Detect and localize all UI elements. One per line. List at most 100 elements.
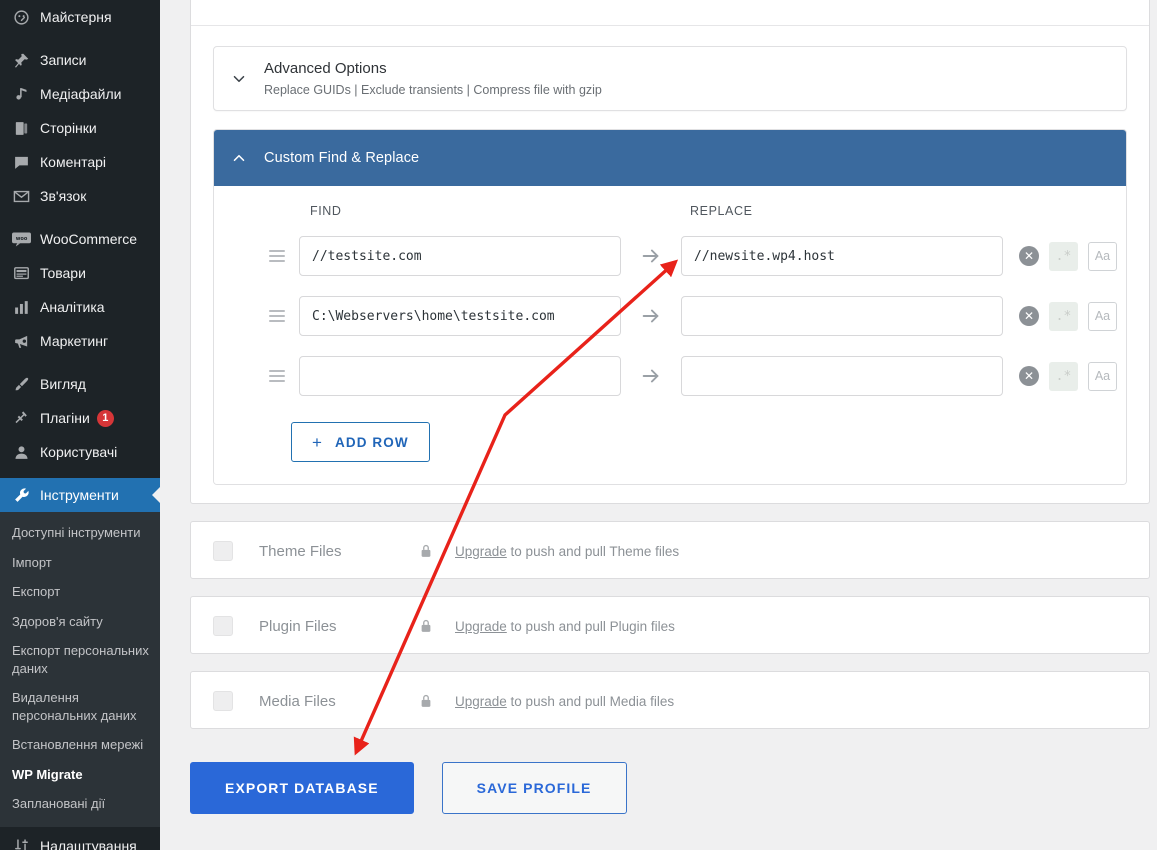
panel-divider bbox=[191, 25, 1149, 26]
submenu-item-експорт-персональних-даних[interactable]: Експорт персональних даних bbox=[0, 636, 160, 683]
drag-handle-icon[interactable] bbox=[269, 250, 291, 262]
submenu-item-wp-migrate[interactable]: WP Migrate bbox=[0, 760, 160, 790]
woo-icon: woo bbox=[11, 229, 31, 249]
sidebar-item-медіафайли[interactable]: Медіафайли bbox=[0, 77, 160, 111]
screen: Майстерня Записи Медіафайли Сторінки Комента… bbox=[0, 0, 1157, 850]
row-actions: ✕ .* Aa bbox=[1019, 361, 1117, 391]
replace-input[interactable] bbox=[681, 236, 1003, 276]
replace-input[interactable] bbox=[681, 296, 1003, 336]
file-checkbox[interactable] bbox=[213, 616, 233, 636]
case-sensitive-button[interactable]: Aa bbox=[1088, 301, 1117, 331]
upgrade-text: to push and pull Media files bbox=[506, 693, 675, 709]
lock-icon bbox=[419, 543, 433, 559]
sidebar-item-label: WooCommerce bbox=[40, 231, 137, 247]
sidebar-item-settings[interactable]: Налаштування bbox=[0, 829, 160, 850]
file-checkbox[interactable] bbox=[213, 541, 233, 561]
submenu-item-імпорт[interactable]: Імпорт bbox=[0, 548, 160, 578]
megaphone-icon bbox=[11, 331, 31, 351]
sidebar-item-інструменти[interactable]: Інструменти bbox=[0, 478, 160, 512]
submenu-item-видалення-персональних-даних[interactable]: Видалення персональних даних bbox=[0, 683, 160, 730]
plug-icon bbox=[11, 408, 31, 428]
brush-icon bbox=[11, 374, 31, 394]
file-section-label: Plugin Files bbox=[259, 617, 337, 635]
admin-sidebar: Майстерня Записи Медіафайли Сторінки Комента… bbox=[0, 0, 160, 850]
row-actions: ✕ .* Aa bbox=[1019, 241, 1117, 271]
products-icon bbox=[11, 263, 31, 283]
find-input[interactable] bbox=[299, 356, 621, 396]
sidebar-item-label: Налаштування bbox=[40, 838, 137, 850]
sidebar-item-label: Коментарі bbox=[40, 154, 107, 170]
drag-handle-icon[interactable] bbox=[269, 370, 291, 382]
sidebar-item-товари[interactable]: Товари bbox=[0, 256, 160, 290]
add-row-button[interactable]: + ADD ROW bbox=[291, 422, 430, 462]
upgrade-link[interactable]: Upgrade bbox=[455, 694, 507, 709]
sidebar-item-label: Маркетинг bbox=[40, 333, 109, 349]
sidebar-item-woocommerce[interactable]: woo WooCommerce bbox=[0, 222, 160, 256]
user-icon bbox=[11, 442, 31, 462]
lock-icon bbox=[419, 693, 433, 709]
sidebar-item-користувачі[interactable]: Користувачі bbox=[0, 435, 160, 469]
submenu-item-здоров-я-сайту[interactable]: Здоров'я сайту bbox=[0, 607, 160, 637]
custom-find-replace-body: FIND REPLACE ✕ .* Aa ✕ .* Aa ✕ .* Aa + ADD ROW bbox=[214, 186, 1126, 484]
database-panel: Database Advanced Options Replace GUIDs … bbox=[190, 0, 1150, 504]
sidebar-item-плагіни[interactable]: Плагіни 1 bbox=[0, 401, 160, 435]
case-sensitive-button[interactable]: Aa bbox=[1088, 241, 1117, 271]
upgrade-link[interactable]: Upgrade bbox=[455, 619, 507, 634]
file-row: Media Files Upgrade to push and pull Medi… bbox=[191, 672, 1149, 730]
sidebar-item-записи[interactable]: Записи bbox=[0, 43, 160, 77]
sidebar-item-label: Сторінки bbox=[40, 120, 97, 136]
submenu-item-експорт[interactable]: Експорт bbox=[0, 577, 160, 607]
sidebar-item-label: Інструменти bbox=[40, 487, 119, 503]
file-section-theme-files: Theme Files Upgrade to push and pull Them… bbox=[190, 521, 1150, 579]
column-headers: FIND REPLACE bbox=[214, 202, 1126, 218]
main-content: Database Advanced Options Replace GUIDs … bbox=[160, 0, 1157, 850]
submenu-item-доступні-інструменти[interactable]: Доступні інструменти bbox=[0, 518, 160, 548]
regex-toggle-button[interactable]: .* bbox=[1049, 301, 1078, 331]
drag-handle-icon[interactable] bbox=[269, 310, 291, 322]
case-sensitive-button[interactable]: Aa bbox=[1088, 361, 1117, 391]
regex-toggle-button[interactable]: .* bbox=[1049, 241, 1078, 271]
sidebar-item-вигляд[interactable]: Вигляд bbox=[0, 367, 160, 401]
sidebar-item-label: Аналітика bbox=[40, 299, 105, 315]
file-checkbox[interactable] bbox=[213, 691, 233, 711]
sidebar-item-сторінки[interactable]: Сторінки bbox=[0, 111, 160, 145]
replace-column-label: REPLACE bbox=[690, 204, 753, 218]
sidebar-item-аналітика[interactable]: Аналітика bbox=[0, 290, 160, 324]
replace-input[interactable] bbox=[681, 356, 1003, 396]
submenu-item-встановлення-мережі[interactable]: Встановлення мережі bbox=[0, 730, 160, 760]
advanced-options-title: Advanced Options bbox=[264, 60, 387, 77]
find-input[interactable] bbox=[299, 236, 621, 276]
regex-toggle-button[interactable]: .* bbox=[1049, 361, 1078, 391]
sidebar-item-label: Зв'язок bbox=[40, 188, 87, 204]
sidebar-item-майстерня[interactable]: Майстерня bbox=[0, 0, 160, 34]
save-profile-button[interactable]: SAVE PROFILE bbox=[441, 762, 627, 814]
sidebar-item-коментарі[interactable]: Коментарі bbox=[0, 145, 160, 179]
arrow-right-icon bbox=[621, 305, 681, 327]
row-actions: ✕ .* Aa bbox=[1019, 301, 1117, 331]
clear-row-button[interactable]: ✕ bbox=[1019, 306, 1039, 326]
find-column-label: FIND bbox=[310, 204, 342, 218]
find-replace-row: ✕ .* Aa bbox=[214, 352, 1126, 400]
find-replace-row: ✕ .* Aa bbox=[214, 232, 1126, 280]
sidebar-item-маркетинг[interactable]: Маркетинг bbox=[0, 324, 160, 358]
sidebar-item-label: Медіафайли bbox=[40, 86, 122, 102]
clear-row-button[interactable]: ✕ bbox=[1019, 246, 1039, 266]
add-row-label: ADD ROW bbox=[335, 434, 409, 450]
upgrade-text: to push and pull Theme files bbox=[506, 543, 680, 559]
file-section-plugin-files: Plugin Files Upgrade to push and pull Plu… bbox=[190, 596, 1150, 654]
upgrade-link[interactable]: Upgrade bbox=[455, 544, 507, 559]
custom-find-replace-header[interactable]: Custom Find & Replace bbox=[214, 130, 1126, 186]
pages-icon bbox=[11, 118, 31, 138]
clear-row-button[interactable]: ✕ bbox=[1019, 366, 1039, 386]
plus-icon: + bbox=[312, 432, 324, 452]
custom-find-replace-title: Custom Find & Replace bbox=[264, 150, 420, 166]
upgrade-text: to push and pull Plugin files bbox=[506, 618, 675, 634]
chevron-down-icon bbox=[214, 70, 264, 88]
submenu-item-заплановані-дії[interactable]: Заплановані дії bbox=[0, 789, 160, 819]
advanced-options-section[interactable]: Advanced Options Replace GUIDs | Exclude… bbox=[213, 46, 1127, 111]
menu-separator bbox=[0, 213, 160, 222]
find-input[interactable] bbox=[299, 296, 621, 336]
export-database-button[interactable]: EXPORT DATABASE bbox=[190, 762, 414, 814]
upgrade-notice: Upgrade to push and pull Theme files bbox=[455, 544, 679, 559]
sidebar-item-зв-язок[interactable]: Зв'язок bbox=[0, 179, 160, 213]
